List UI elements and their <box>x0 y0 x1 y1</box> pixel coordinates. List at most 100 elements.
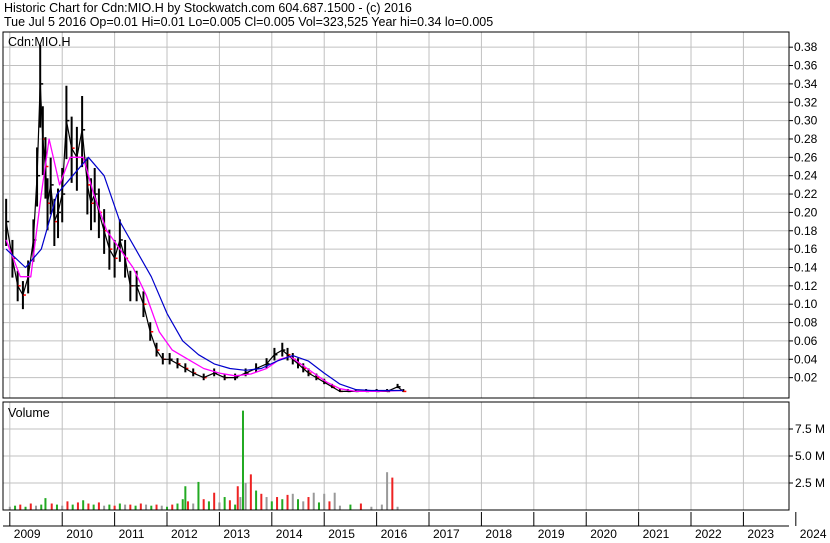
year-tick-label: 2015 <box>328 527 355 541</box>
year-tick-label: 2009 <box>14 527 41 541</box>
volume-bar <box>302 501 305 510</box>
price-panel-title: Cdn:MIO.H <box>8 35 71 49</box>
price-tick-label: 0.34 <box>794 77 818 91</box>
volume-bar <box>239 497 242 510</box>
price-tick-label: 0.36 <box>794 59 818 73</box>
price-tick-label: 0.16 <box>794 242 818 256</box>
volume-bar <box>270 501 273 510</box>
volume-bar <box>76 502 79 510</box>
volume-panel-grid <box>3 402 789 510</box>
volume-bar <box>66 501 69 510</box>
year-tick-label: 2019 <box>538 527 565 541</box>
volume-bar <box>359 503 362 510</box>
moving-average-long-line <box>5 156 403 392</box>
year-tick-label: 2016 <box>381 527 408 541</box>
volume-bar <box>223 497 226 510</box>
volume-bar <box>160 505 163 510</box>
volume-tick-label: 2.5 M <box>795 476 825 490</box>
volume-tick-label: 5.0 M <box>795 449 825 463</box>
price-tick-label: 0.06 <box>794 334 818 348</box>
price-tick-label: 0.10 <box>794 297 818 311</box>
volume-bar <box>249 474 252 510</box>
volume-bar <box>380 504 383 510</box>
volume-bar <box>228 500 231 510</box>
volume-bar <box>19 504 22 510</box>
price-tick-label: 0.26 <box>794 150 818 164</box>
volume-bar <box>50 503 53 510</box>
year-tick-label: 2024 <box>800 527 827 541</box>
volume-bar <box>186 501 189 510</box>
price-tick-label: 0.20 <box>794 205 818 219</box>
volume-bar <box>171 504 174 510</box>
volume-bar <box>129 504 132 510</box>
year-tick-label: 2017 <box>433 527 460 541</box>
volume-bar <box>197 481 200 510</box>
volume-bar <box>108 504 111 510</box>
volume-bar <box>92 504 95 510</box>
volume-bar <box>97 502 100 510</box>
volume-bar <box>244 483 247 510</box>
volume-bar <box>333 492 336 510</box>
volume-bar <box>82 500 85 510</box>
year-tick-label: 2013 <box>223 527 250 541</box>
price-tick-label: 0.38 <box>794 40 818 54</box>
volume-bar <box>276 497 279 510</box>
volume-bar <box>192 503 195 510</box>
volume-bar <box>338 505 341 510</box>
price-tick-label: 0.18 <box>794 224 818 238</box>
year-tick-label: 2011 <box>119 527 145 541</box>
year-tick-label: 2021 <box>643 527 670 541</box>
volume-bar <box>307 497 310 510</box>
volume-bar <box>124 504 127 510</box>
volume-bar <box>213 492 216 510</box>
price-tick-label: 0.22 <box>794 187 818 201</box>
volume-bar <box>286 494 289 510</box>
volume-bar <box>234 504 237 510</box>
volume-bar <box>218 502 221 510</box>
volume-bar <box>312 492 315 510</box>
volume-bar <box>118 503 121 510</box>
volume-bar <box>134 505 137 510</box>
volume-bar <box>236 486 239 510</box>
volume-bar <box>349 504 352 510</box>
volume-bar <box>181 499 184 510</box>
volume-bar <box>139 503 142 510</box>
year-tick-label: 2023 <box>747 527 774 541</box>
price-close-line <box>5 83 404 392</box>
volume-panel-title: Volume <box>8 406 50 420</box>
volume-bar <box>207 501 210 510</box>
price-tick-label: 0.14 <box>794 260 818 274</box>
price-series <box>5 44 407 393</box>
year-tick-label: 2014 <box>276 527 303 541</box>
stock-chart: 0.02 0.04 0.06 0.08 0.10 0.12 0.14 0.16 0.18 0.20… <box>2 31 827 541</box>
price-panel-frame <box>2 31 790 399</box>
volume-bar <box>386 472 389 510</box>
price-tick-label: 0.04 <box>794 352 818 366</box>
price-tick-label: 0.12 <box>794 279 818 293</box>
volume-bar <box>40 504 43 510</box>
volume-bar <box>87 503 90 510</box>
volume-bar <box>150 505 153 510</box>
volume-bar <box>317 502 320 510</box>
price-tick-label: 0.02 <box>794 371 818 385</box>
volume-bar <box>291 493 294 510</box>
volume-bar <box>297 499 300 510</box>
volume-bar <box>35 505 38 510</box>
volume-bar <box>113 505 116 510</box>
moving-average-short-line <box>5 138 403 393</box>
volume-bar <box>14 505 17 510</box>
price-tick-label: 0.30 <box>794 114 818 128</box>
price-tick-label: 0.24 <box>794 169 818 183</box>
volume-bar <box>328 501 331 510</box>
price-tick-label: 0.08 <box>794 316 818 330</box>
volume-bars <box>8 410 399 510</box>
price-panel-grid <box>3 32 789 398</box>
volume-bar <box>241 410 244 510</box>
volume-bar <box>260 493 263 510</box>
volume-bar <box>71 504 74 510</box>
volume-bar <box>103 505 106 510</box>
volume-bar <box>176 503 179 510</box>
volume-bar <box>391 477 394 510</box>
year-tick-label: 2010 <box>66 527 93 541</box>
volume-bar <box>265 497 268 510</box>
